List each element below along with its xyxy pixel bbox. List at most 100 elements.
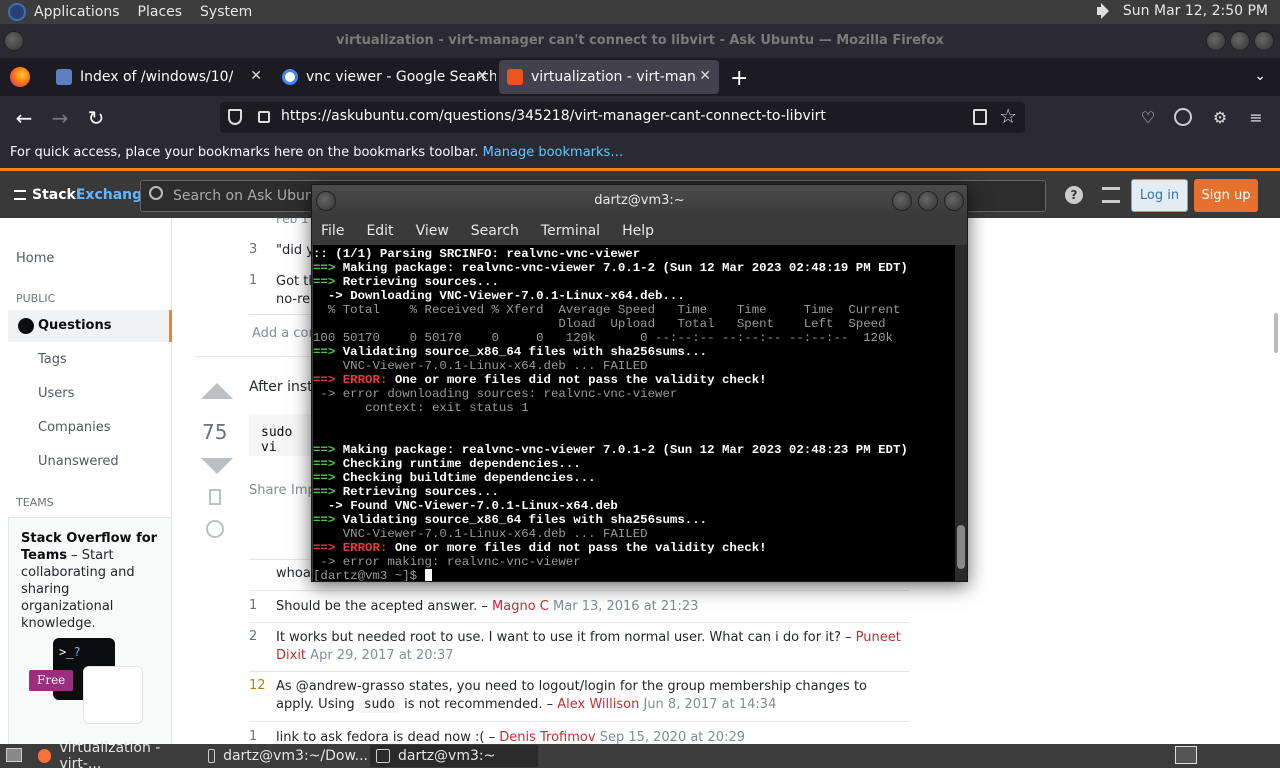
sidebar-item-home[interactable]: Home (16, 251, 54, 266)
places-menu[interactable]: Places (138, 4, 183, 20)
extensions-icon[interactable]: ⚙ (1210, 108, 1230, 128)
code-block: sudo vi (249, 414, 319, 456)
bookmark-star-icon[interactable]: ☆ (999, 104, 1017, 128)
system-menu[interactable]: System (200, 4, 252, 20)
menu-edit[interactable]: Edit (366, 217, 393, 245)
askubuntu-icon (507, 69, 523, 85)
terminal-text: [dartz@vm3 ~]$ (313, 569, 425, 581)
close-tab-icon[interactable]: ✕ (699, 68, 711, 84)
menu-view[interactable]: View (416, 217, 449, 245)
terminal-text: ERROR: (342, 373, 395, 387)
comment-user-link[interactable]: Magno C (492, 599, 549, 614)
reader-view-icon[interactable] (973, 109, 987, 125)
terminal-output[interactable]: :: (1/1) Parsing SRCINFO: realvnc-vnc-vi… (313, 245, 955, 581)
account-icon[interactable] (1174, 108, 1192, 126)
tab-vnc-viewer-search[interactable]: vnc viewer - Google Search ✕ (274, 60, 496, 94)
reload-button[interactable]: ↻ (84, 106, 108, 130)
tracking-protection-icon[interactable] (228, 109, 242, 125)
close-tab-icon[interactable]: ✕ (476, 68, 488, 84)
hamburger-menu-icon[interactable]: ≡ (1246, 108, 1266, 128)
terminal-text: context: exit status 1 (313, 401, 529, 415)
close-tab-icon[interactable]: ✕ (250, 68, 262, 84)
share-link[interactable]: Share (249, 482, 287, 500)
comment-score: 3 (249, 242, 258, 257)
terminal-text: ==> (313, 457, 343, 471)
new-tab-button[interactable]: + (730, 66, 748, 91)
terminal-line: ==> Retrieving sources... (313, 275, 955, 289)
terminal-line: 100 50170 0 50170 0 0 120k 0 --:--:-- --… (313, 331, 955, 345)
firefox-view-icon[interactable] (10, 67, 30, 87)
minimize-icon[interactable] (892, 191, 912, 211)
sidebar-item-companies[interactable]: Companies (38, 420, 111, 435)
terminal-line: -> Downloading VNC-Viewer-7.0.1-Linux-x6… (313, 289, 955, 303)
terminal-line: ==> Checking buildtime dependencies... (313, 471, 955, 485)
terminal-line: -> error downloading sources: realvnc-vn… (313, 387, 955, 401)
back-button[interactable]: ← (12, 106, 36, 130)
help-icon[interactable]: ? (1065, 186, 1083, 204)
sidebar-item-tags[interactable]: Tags (38, 352, 67, 367)
downvote-button[interactable] (201, 458, 233, 474)
comment-date: Apr 29, (310, 648, 358, 663)
maximize-icon[interactable] (918, 191, 938, 211)
terminal-text: Found VNC-Viewer-7.0.1-Linux-x64.deb (350, 499, 618, 513)
bookmark-icon[interactable] (209, 489, 221, 505)
terminal-line: context: exit status 1 (313, 401, 955, 415)
upvote-button[interactable] (201, 383, 233, 399)
site-switcher-icon[interactable] (1102, 187, 1120, 203)
task-terminal-downloads[interactable]: dartz@vm3:~/Dow... (202, 745, 368, 767)
maximize-icon[interactable] (1230, 31, 1250, 51)
close-window-icon[interactable] (1254, 31, 1274, 51)
fedora-logo-icon[interactable] (8, 3, 26, 21)
list-all-tabs-icon[interactable]: ⌄ (1254, 68, 1266, 84)
bottom-taskbar: virtualization - virt-... dartz@vm3:~/Do… (0, 740, 1280, 768)
scrollbar-thumb[interactable] (957, 525, 965, 569)
stackexchange-logo[interactable]: StackExchange (14, 187, 152, 203)
volume-icon[interactable] (1095, 3, 1113, 19)
terminal-text: Making package: realvnc-vnc-viewer 7.0.1… (342, 443, 908, 457)
pocket-icon[interactable]: ♡ (1138, 108, 1158, 128)
tab-virtualization[interactable]: virtualization - virt-manager ✕ (499, 60, 719, 94)
terminal-line: VNC-Viewer-7.0.1-Linux-x64.deb ... FAILE… (313, 527, 955, 541)
clock[interactable]: Sun Mar 12, 2:50 PM (1123, 3, 1268, 19)
url-text[interactable]: https://askubuntu.com/questions/345218/v… (281, 108, 826, 124)
signup-button[interactable]: Sign up (1194, 179, 1258, 212)
workspace-switcher[interactable] (1175, 746, 1197, 764)
url-bar[interactable]: https://askubuntu.com/questions/345218/v… (220, 102, 1025, 133)
terminal-title-bar[interactable]: dartz@vm3:~ (312, 185, 967, 217)
terminal-title: dartz@vm3:~ (594, 193, 685, 208)
lock-icon[interactable] (258, 111, 270, 123)
terminal-text: One or more files did not pass the valid… (394, 541, 767, 555)
history-icon[interactable] (206, 520, 224, 538)
comment-user-link[interactable]: Alex Willison (557, 697, 639, 712)
terminal-text: ==> (313, 373, 343, 387)
login-button[interactable]: Log in (1131, 179, 1188, 212)
window-title: virtualization - virt-manager can't conn… (336, 33, 944, 48)
sidebar-item-questions[interactable]: Questions (8, 310, 172, 342)
sidebar-item-users[interactable]: Users (38, 386, 74, 401)
menu-file[interactable]: File (321, 217, 344, 245)
teams-promo: Stack Overflow for Teams – Start collabo… (8, 517, 172, 744)
search-icon (149, 186, 163, 200)
minimize-icon[interactable] (1206, 31, 1226, 51)
firefox-title-bar: virtualization - virt-manager can't conn… (0, 24, 1280, 58)
comment-user-link[interactable]: Denis Trofimov (499, 730, 595, 744)
page-scrollbar[interactable] (1274, 313, 1278, 353)
terminal-line: ==> Checking runtime dependencies... (313, 457, 955, 471)
menu-help[interactable]: Help (622, 217, 654, 245)
close-window-icon[interactable] (944, 191, 964, 211)
terminal-scrollbar[interactable] (955, 245, 967, 581)
sidebar-item-unanswered[interactable]: Unanswered (38, 454, 119, 469)
window-menu-icon[interactable] (316, 191, 336, 211)
terminal-text: Downloading VNC-Viewer-7.0.1-Linux-x64.d… (350, 289, 685, 303)
menu-search[interactable]: Search (471, 217, 519, 245)
window-menu-icon[interactable] (4, 31, 24, 51)
forward-button[interactable]: → (48, 106, 72, 130)
menu-terminal[interactable]: Terminal (541, 217, 600, 245)
tab-index-of-windows[interactable]: Index of /windows/10/ ✕ (48, 60, 270, 94)
manage-bookmarks-link[interactable]: Manage bookmarks… (483, 145, 624, 160)
applications-menu[interactable]: Applications (34, 4, 120, 20)
show-desktop-icon[interactable] (6, 748, 22, 762)
task-terminal-home[interactable]: dartz@vm3:~ (370, 745, 538, 767)
comment-text: whoa! (276, 566, 317, 581)
task-firefox[interactable]: virtualization - virt-... (32, 740, 200, 768)
